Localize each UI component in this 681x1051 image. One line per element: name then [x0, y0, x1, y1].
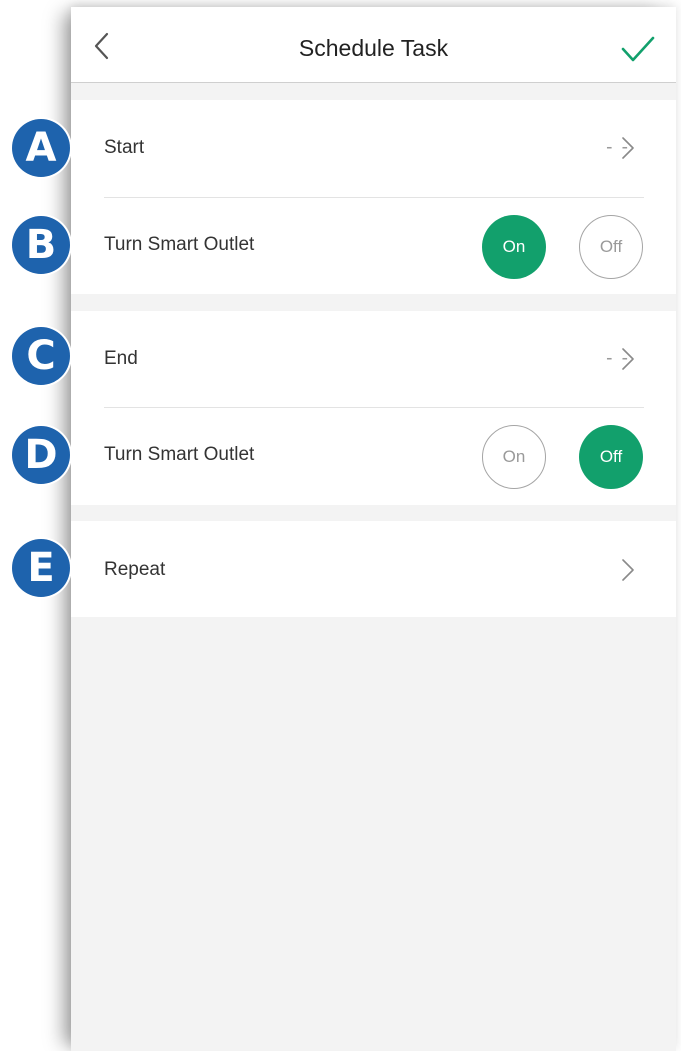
start-action-label: Turn Smart Outlet [104, 234, 255, 255]
confirm-button[interactable] [619, 33, 657, 65]
chevron-right-icon [622, 559, 634, 581]
start-section: Start - - Turn Smart Outlet On Off [71, 100, 676, 294]
repeat-row[interactable]: Repeat [71, 521, 676, 617]
end-on-button[interactable]: On [482, 425, 546, 489]
repeat-label: Repeat [104, 559, 166, 580]
end-off-button[interactable]: Off [579, 425, 643, 489]
chevron-left-icon [94, 32, 109, 60]
callout-badge-c: C [12, 327, 70, 385]
chevron-right-icon [622, 137, 634, 159]
chevron-right-icon [622, 348, 634, 370]
start-on-button[interactable]: On [482, 215, 546, 279]
end-label: End [104, 348, 138, 369]
checkmark-icon [621, 36, 655, 62]
repeat-section: Repeat [71, 521, 676, 617]
end-row[interactable]: End - - [71, 311, 676, 407]
schedule-task-screen: Schedule Task Start - - Turn Smart Outle… [71, 7, 676, 1051]
callout-badge-b: B [12, 216, 70, 274]
callout-badge-d: D [12, 426, 70, 484]
end-action-label: Turn Smart Outlet [104, 444, 255, 465]
end-section: End - - Turn Smart Outlet On Off [71, 311, 676, 505]
start-row[interactable]: Start - - [71, 100, 676, 196]
callout-badge-e: E [12, 539, 70, 597]
start-action-row: Turn Smart Outlet On Off [71, 198, 676, 294]
page-title: Schedule Task [298, 35, 449, 61]
back-button[interactable] [87, 31, 117, 61]
end-action-row: Turn Smart Outlet On Off [71, 408, 676, 504]
callout-badge-a: A [12, 119, 70, 177]
start-label: Start [104, 137, 145, 158]
nav-bar: Schedule Task [71, 7, 676, 83]
start-off-button[interactable]: Off [579, 215, 643, 279]
